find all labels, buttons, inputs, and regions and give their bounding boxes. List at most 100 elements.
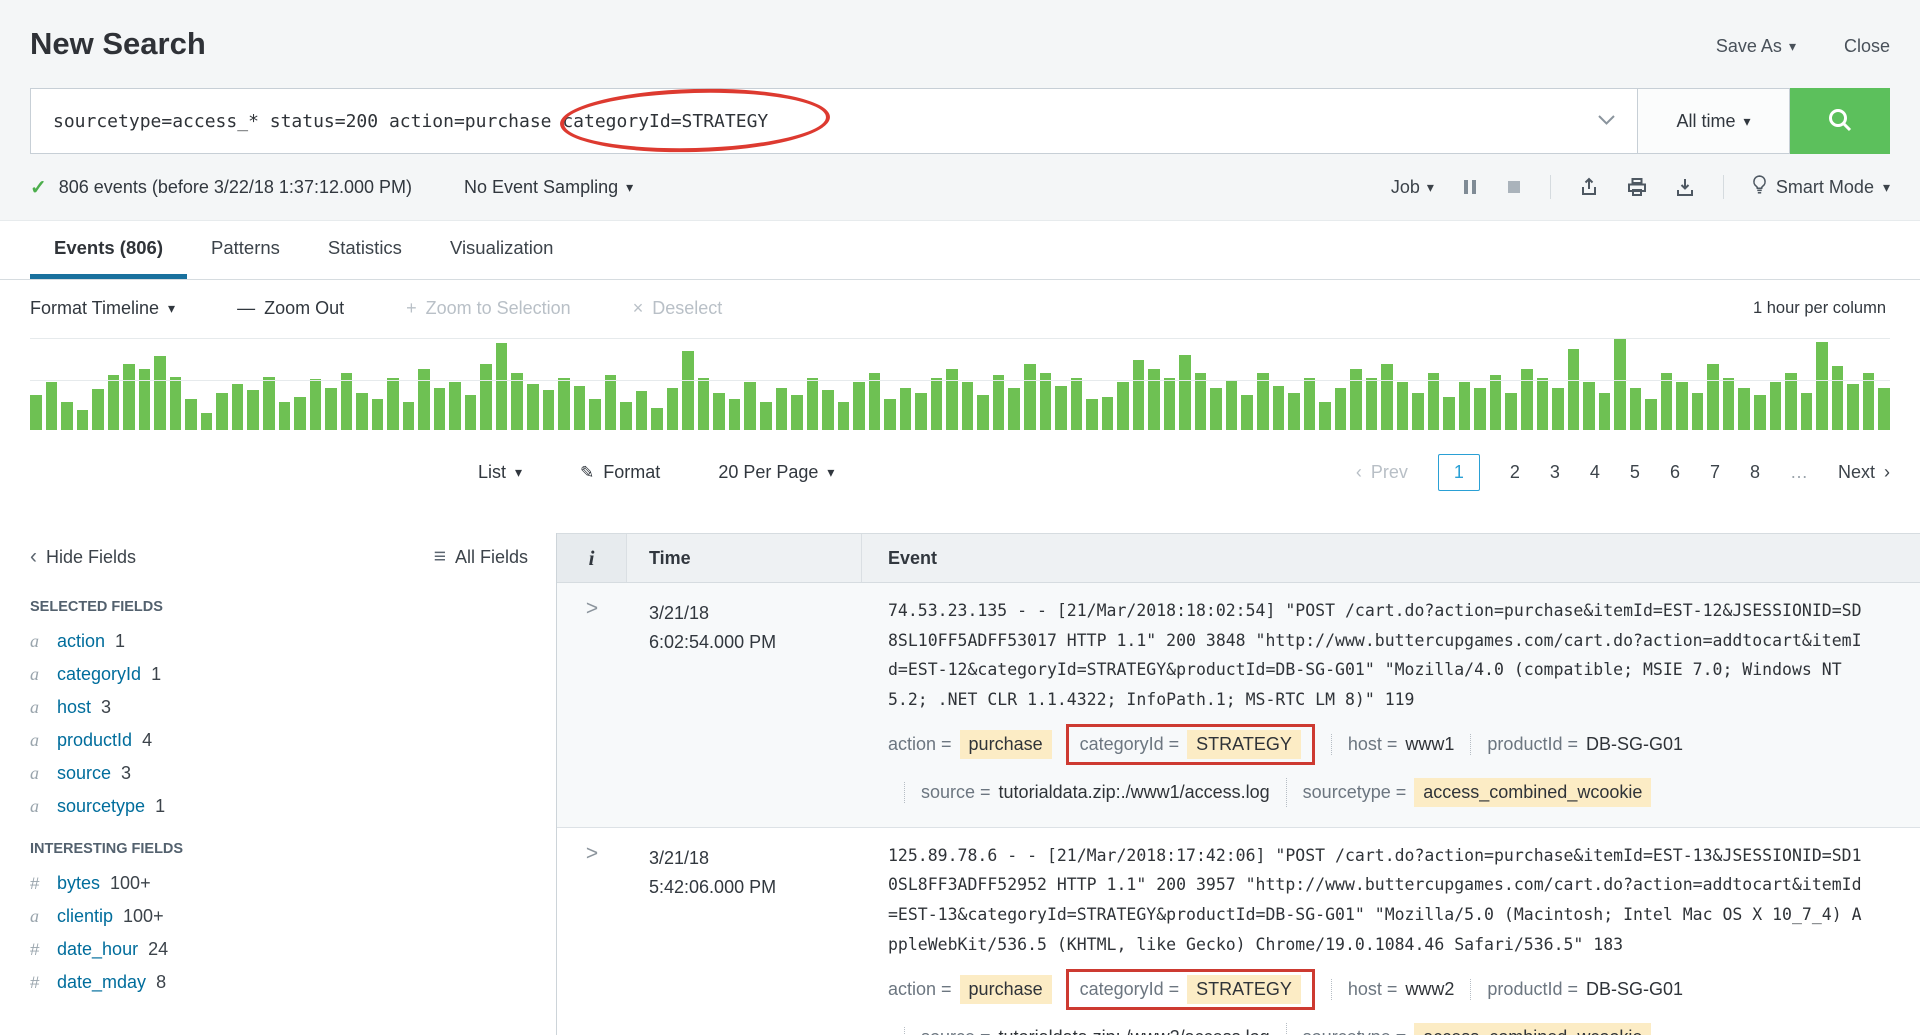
next-page-button[interactable]: Next › [1838, 462, 1890, 483]
list-view-dropdown[interactable]: List ▾ [478, 462, 522, 483]
timeline-bar[interactable] [1086, 399, 1098, 430]
timeline-bar[interactable] [1630, 388, 1642, 430]
event-field-categoryId[interactable]: categoryId =STRATEGY [1066, 724, 1315, 765]
event-raw-text[interactable]: 125.89.78.6 - - [21/Mar/2018:17:42:06] "… [888, 841, 1865, 960]
timeline-bar[interactable] [1335, 388, 1347, 430]
prev-page-button[interactable]: ‹ Prev [1356, 462, 1408, 483]
field-item-productId[interactable]: aproductId4 [30, 724, 528, 757]
expand-event-icon[interactable]: > [586, 597, 598, 620]
timeline-bar[interactable] [1878, 388, 1890, 430]
field-value[interactable]: purchase [960, 975, 1052, 1004]
page-3[interactable]: 3 [1550, 462, 1560, 483]
page-7[interactable]: 7 [1710, 462, 1720, 483]
timeline-bar[interactable] [1676, 382, 1688, 430]
page-1[interactable]: 1 [1438, 454, 1480, 491]
field-value[interactable]: STRATEGY [1187, 975, 1301, 1004]
timeline-bar[interactable] [1537, 378, 1549, 430]
timeline-bar[interactable] [496, 343, 508, 430]
timeline-bar[interactable] [1801, 393, 1813, 430]
timeline-bar[interactable] [1397, 382, 1409, 430]
timeline-bar[interactable] [1459, 382, 1471, 430]
deselect-button[interactable]: × Deselect [633, 298, 723, 319]
timeline-bar[interactable] [1443, 397, 1455, 430]
timeline-bar[interactable] [1273, 386, 1285, 430]
timeline-bar[interactable] [1304, 378, 1316, 430]
field-value[interactable]: access_combined_wcookie [1414, 1023, 1651, 1035]
timeline-bar[interactable] [325, 388, 337, 430]
timeline-bar[interactable] [713, 393, 725, 430]
timeline-bar[interactable] [1552, 388, 1564, 430]
timeline-bar[interactable] [123, 364, 135, 430]
time-range-picker[interactable]: All time ▾ [1638, 88, 1790, 154]
field-value[interactable]: access_combined_wcookie [1414, 778, 1651, 807]
timeline-bar[interactable] [1738, 388, 1750, 430]
timeline-bar[interactable] [791, 395, 803, 430]
timeline-bar[interactable] [1117, 382, 1129, 430]
event-field-sourcetype[interactable]: sourcetype =access_combined_wcookie [1286, 1023, 1652, 1035]
timeline-bar[interactable] [1195, 373, 1207, 430]
timeline-bar[interactable] [869, 373, 881, 430]
format-timeline-button[interactable]: Format Timeline ▾ [30, 298, 175, 319]
timeline-bar[interactable] [310, 379, 322, 430]
timeline-bar[interactable] [1599, 393, 1611, 430]
timeline-bar[interactable] [1350, 369, 1362, 430]
hide-fields-button[interactable]: ‹ Hide Fields [30, 545, 136, 569]
timeline-bar[interactable] [574, 386, 586, 430]
timeline-bar[interactable] [1226, 380, 1238, 430]
field-value[interactable]: STRATEGY [1187, 730, 1301, 759]
timeline-bar[interactable] [1428, 373, 1440, 430]
timeline-bar[interactable] [232, 384, 244, 430]
timeline-bar[interactable] [279, 402, 291, 430]
timeline-bar[interactable] [822, 390, 834, 430]
timeline-bar[interactable] [1102, 397, 1114, 430]
share-icon[interactable] [1579, 177, 1599, 197]
timeline-bar[interactable] [356, 393, 368, 430]
field-value[interactable]: DB-SG-G01 [1586, 734, 1683, 755]
event-field-host[interactable]: host =www2 [1331, 979, 1455, 1000]
timeline-bar[interactable] [77, 410, 89, 430]
tab-patterns[interactable]: Patterns [187, 221, 304, 279]
timeline-bar[interactable] [139, 369, 151, 430]
field-item-date_mday[interactable]: #date_mday8 [30, 966, 528, 999]
event-field-action[interactable]: action =purchase [888, 975, 1052, 1004]
timeline-bar[interactable] [1661, 373, 1673, 430]
timeline-bar[interactable] [946, 369, 958, 430]
timeline-bar[interactable] [1490, 375, 1502, 430]
timeline-bar[interactable] [1148, 369, 1160, 430]
timeline-bar[interactable] [667, 388, 679, 430]
search-button[interactable] [1790, 88, 1890, 154]
timeline-bar[interactable] [1583, 382, 1595, 430]
field-value[interactable]: www1 [1405, 734, 1454, 755]
event-field-productId[interactable]: productId =DB-SG-G01 [1470, 979, 1683, 1000]
timeline-bar[interactable] [620, 402, 632, 430]
timeline-bar[interactable] [1071, 378, 1083, 430]
timeline-bar[interactable] [449, 382, 461, 430]
timeline-bar[interactable] [30, 395, 42, 430]
timeline-bar[interactable] [543, 390, 555, 430]
timeline-bar[interactable] [1614, 338, 1626, 430]
timeline-bar[interactable] [511, 373, 523, 430]
timeline-bar[interactable] [1008, 388, 1020, 430]
zoom-to-selection-button[interactable]: + Zoom to Selection [406, 298, 571, 319]
timeline-bar[interactable] [1645, 399, 1657, 430]
timeline-bar[interactable] [589, 399, 601, 430]
timeline-bar[interactable] [92, 389, 104, 430]
event-field-productId[interactable]: productId =DB-SG-G01 [1470, 734, 1683, 755]
timeline-bar[interactable] [1474, 388, 1486, 430]
timeline-bar[interactable] [1133, 360, 1145, 430]
timeline-bar[interactable] [1863, 373, 1875, 430]
timeline-bar[interactable] [838, 402, 850, 430]
timeline-bar[interactable] [418, 369, 430, 430]
event-field-host[interactable]: host =www1 [1331, 734, 1455, 755]
timeline-bar[interactable] [1040, 373, 1052, 430]
pause-icon[interactable] [1462, 178, 1478, 196]
field-item-action[interactable]: aaction1 [30, 625, 528, 658]
zoom-out-button[interactable]: — Zoom Out [237, 298, 344, 319]
timeline-bar[interactable] [962, 382, 974, 430]
timeline-bar[interactable] [1707, 364, 1719, 430]
timeline-bar[interactable] [480, 364, 492, 430]
page-4[interactable]: 4 [1590, 462, 1600, 483]
timeline-bar[interactable] [201, 413, 213, 430]
page-2[interactable]: 2 [1510, 462, 1520, 483]
timeline-bar[interactable] [1847, 384, 1859, 430]
